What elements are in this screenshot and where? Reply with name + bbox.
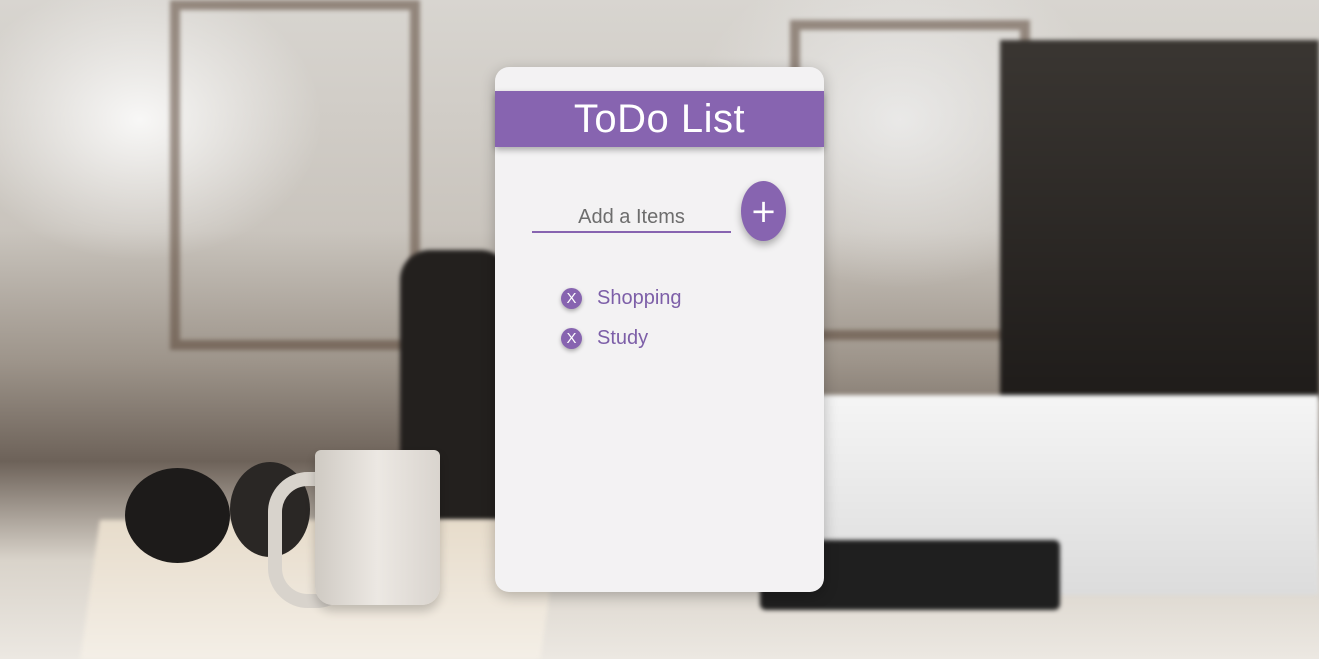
list-item: X Study — [561, 318, 682, 358]
mug-decor — [315, 450, 440, 605]
header-bar: ToDo List — [495, 91, 824, 147]
app-title: ToDo List — [573, 96, 746, 141]
list-item-label: Study — [597, 326, 649, 349]
add-item-input[interactable] — [532, 203, 731, 233]
todo-list: X Shopping X Study — [561, 278, 682, 358]
add-item-button[interactable]: + — [741, 181, 786, 241]
list-item-label: Shopping — [597, 286, 682, 309]
plus-icon: + — [750, 192, 777, 230]
close-icon[interactable]: X — [561, 327, 582, 349]
window-frame-decor — [170, 0, 420, 350]
close-icon[interactable]: X — [561, 287, 582, 309]
list-item: X Shopping — [561, 278, 682, 318]
window-frame-decor — [790, 20, 1030, 340]
todo-card: ToDo List + X Shopping X Study — [495, 67, 824, 592]
headphones-decor — [125, 468, 230, 563]
monitor-back-decor — [1000, 40, 1319, 400]
